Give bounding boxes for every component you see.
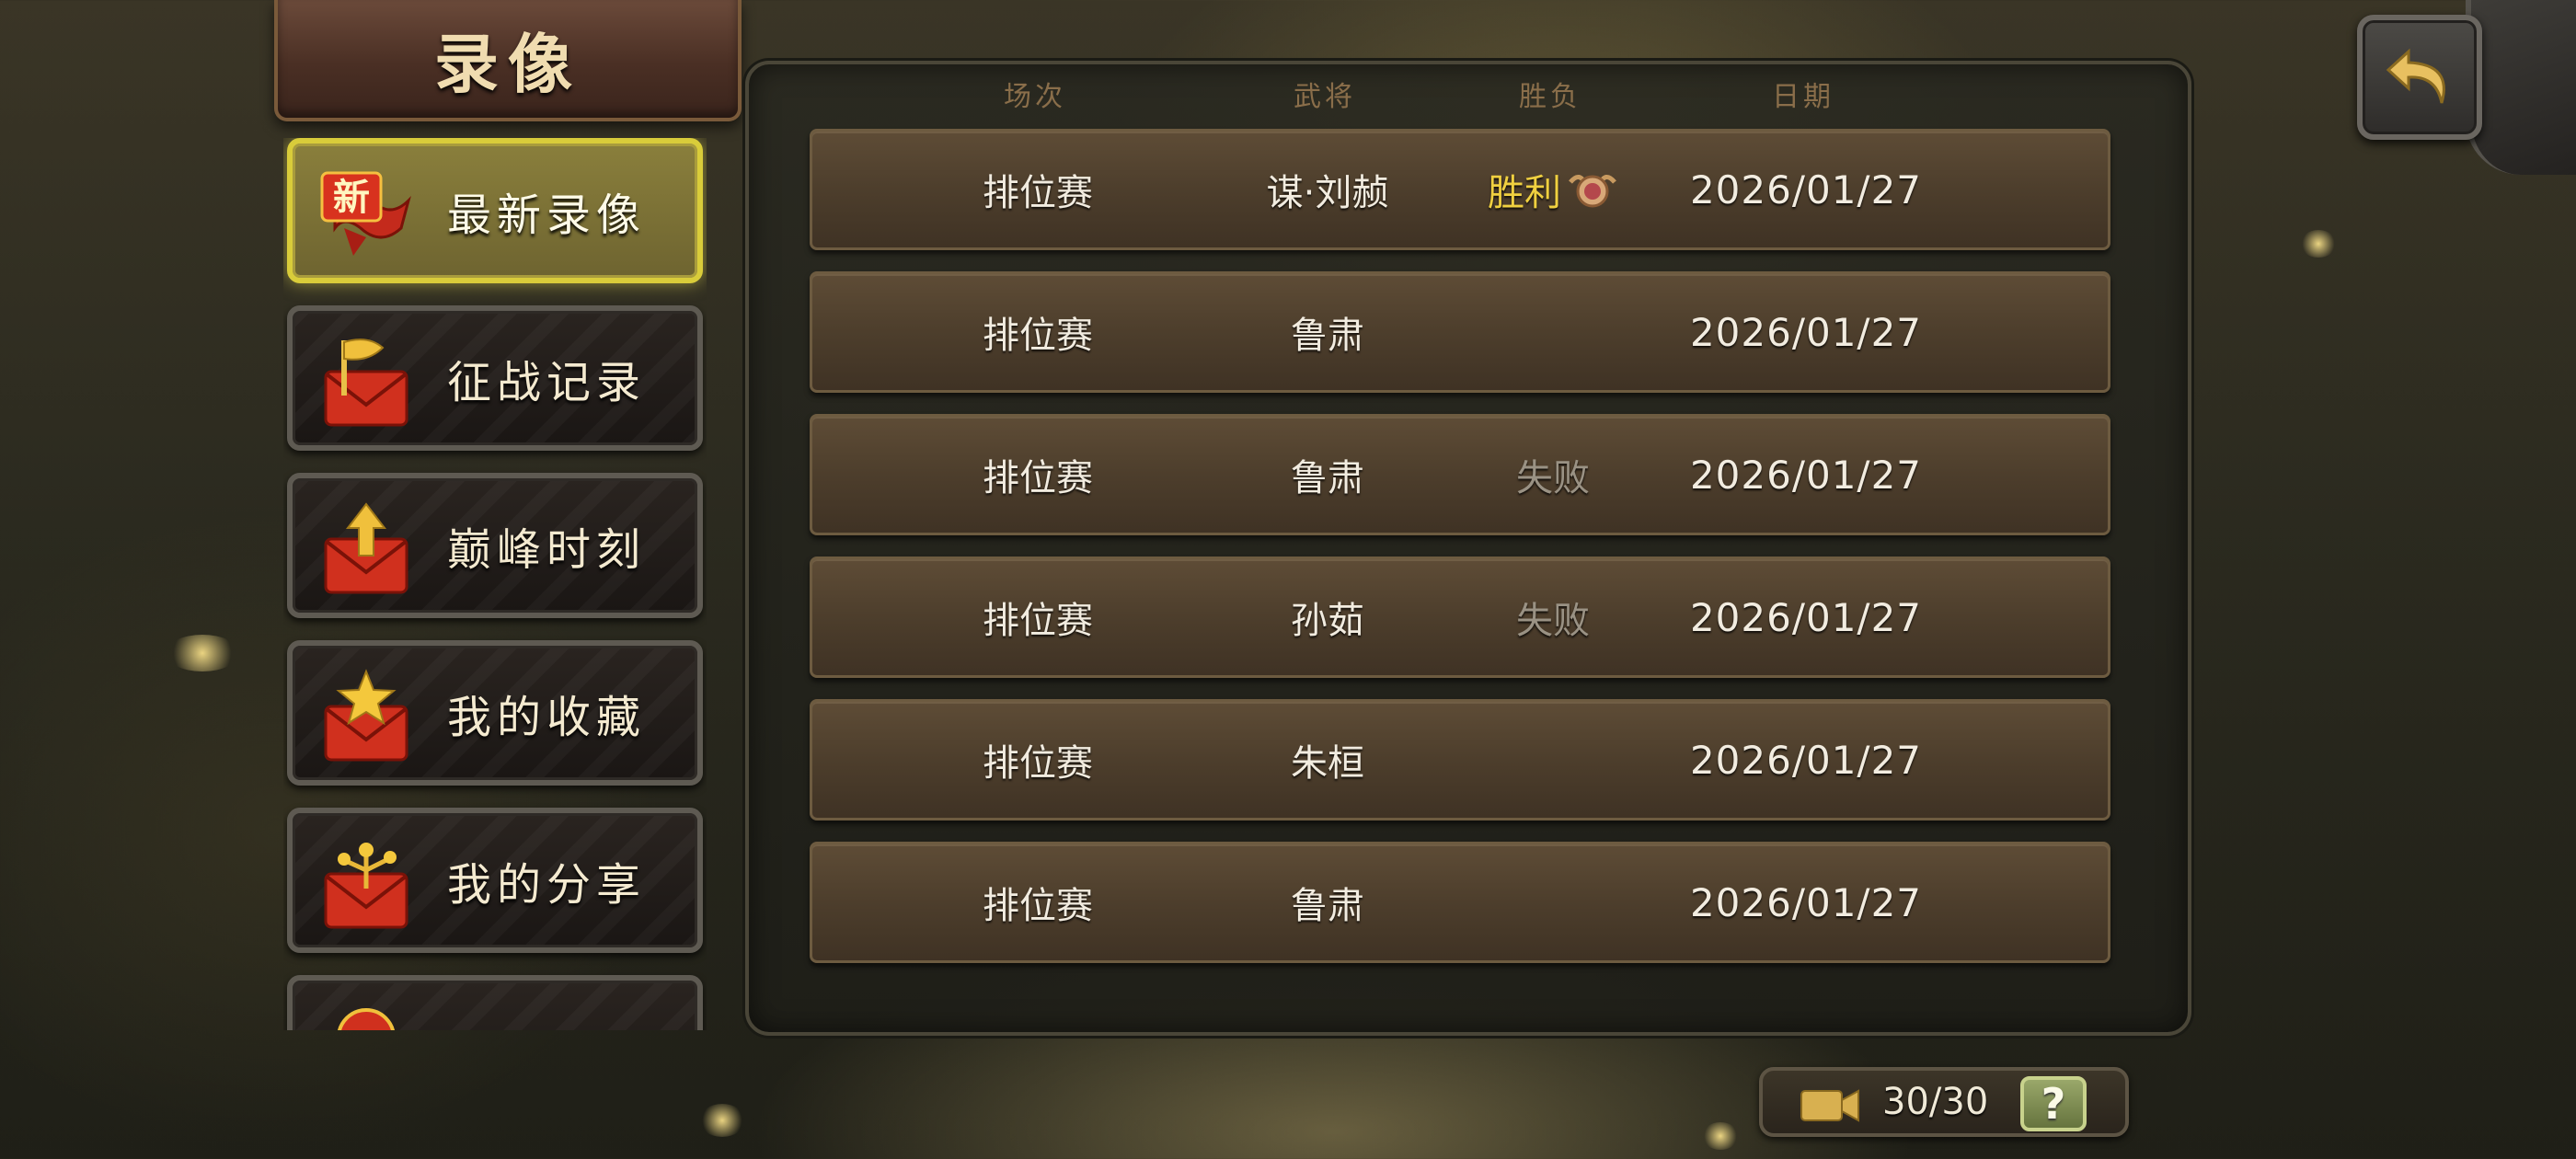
column-header-date: 日期 xyxy=(1772,81,1834,113)
result-text: 失败 xyxy=(1516,600,1590,642)
page-title: 录像 xyxy=(434,25,581,102)
sidebar-item-label: 我的分享 xyxy=(447,859,647,911)
svg-text:新: 新 xyxy=(333,176,370,219)
sidebar-item-more[interactable] xyxy=(287,975,703,1030)
general-name: 鲁肃 xyxy=(1291,885,1364,927)
match-type: 排位赛 xyxy=(983,885,1093,927)
match-type: 排位赛 xyxy=(983,315,1093,357)
column-header-result: 胜负 xyxy=(1519,81,1581,113)
date: 2026/01/27 xyxy=(1689,309,1923,355)
arrow-up-envelope-icon xyxy=(324,502,408,594)
light-spark xyxy=(166,635,239,671)
corner-ornament xyxy=(2466,0,2576,175)
sidebar-item-my-shares[interactable]: 我的分享 xyxy=(287,808,703,953)
flag-envelope-icon xyxy=(324,339,408,427)
partial-envelope-icon xyxy=(338,1008,395,1030)
sidebar: 新 最新录像 征战记录 巅峰时刻 我的收藏 我的分享 xyxy=(283,138,707,1030)
video-camera-icon xyxy=(1800,1089,1859,1122)
sidebar-item-campaign-records[interactable]: 征战记录 xyxy=(287,305,703,451)
sidebar-item-label: 征战记录 xyxy=(447,357,647,408)
match-type: 排位赛 xyxy=(983,742,1093,785)
sidebar-item-latest-replays[interactable]: 新 最新录像 xyxy=(287,138,703,283)
match-type: 排位赛 xyxy=(983,172,1093,214)
column-header-general: 武将 xyxy=(1294,81,1356,113)
date: 2026/01/27 xyxy=(1689,166,1923,212)
general-name: 朱桓 xyxy=(1291,742,1364,785)
general-name: 谋·刘赪 xyxy=(1266,172,1389,214)
replay-table-panel: 场次 武将 胜负 日期 排位赛 谋·刘赪 胜利 2026/01/27 排位赛 鲁… xyxy=(745,61,2191,1036)
result-text: 胜利 xyxy=(1488,172,1561,214)
result-text xyxy=(1466,274,1640,390)
table-row[interactable]: 排位赛 孙茹 失败 2026/01/27 xyxy=(810,557,2110,678)
back-button[interactable] xyxy=(2357,15,2482,140)
star-envelope-icon xyxy=(324,669,408,762)
result-text: 失败 xyxy=(1516,457,1590,499)
new-badge-icon: 新 xyxy=(320,171,411,256)
match-type: 排位赛 xyxy=(983,457,1093,499)
general-name: 孙茹 xyxy=(1291,600,1364,642)
replay-count: 30/30 xyxy=(1882,1081,1989,1123)
return-arrow-icon xyxy=(2386,48,2445,104)
light-spark xyxy=(1702,1122,1739,1150)
sidebar-item-label: 巅峰时刻 xyxy=(447,524,647,576)
share-envelope-icon xyxy=(324,843,408,929)
table-row[interactable]: 排位赛 鲁肃 2026/01/27 xyxy=(810,271,2110,393)
date: 2026/01/27 xyxy=(1689,879,1923,925)
page-title-plaque: 录像 xyxy=(274,0,742,121)
date: 2026/01/27 xyxy=(1689,737,1923,783)
sidebar-item-label: 最新录像 xyxy=(447,189,647,241)
table-row[interactable]: 排位赛 谋·刘赪 胜利 2026/01/27 xyxy=(810,129,2110,250)
sidebar-item-peak-moments[interactable]: 巅峰时刻 xyxy=(287,473,703,618)
result-text xyxy=(1466,844,1640,960)
date: 2026/01/27 xyxy=(1689,452,1923,498)
sidebar-item-my-favorites[interactable]: 我的收藏 xyxy=(287,640,703,786)
result-text xyxy=(1466,702,1640,818)
table-row[interactable]: 排位赛 鲁肃 2026/01/27 xyxy=(810,842,2110,963)
sidebar-item-label: 我的收藏 xyxy=(447,692,647,743)
light-spark xyxy=(699,1104,745,1137)
match-type: 排位赛 xyxy=(983,600,1093,642)
general-name: 鲁肃 xyxy=(1291,457,1364,499)
help-button[interactable]: ? xyxy=(2020,1076,2087,1131)
general-name: 鲁肃 xyxy=(1291,315,1364,357)
rank-medal-icon xyxy=(1569,175,1616,208)
date: 2026/01/27 xyxy=(1689,594,1923,640)
column-header-match: 场次 xyxy=(1004,81,1066,113)
result-cell: 胜利 xyxy=(1466,132,1640,247)
light-spark xyxy=(2300,230,2337,258)
table-row[interactable]: 排位赛 朱桓 2026/01/27 xyxy=(810,699,2110,820)
replay-count-bar: 30/30 ? xyxy=(1759,1067,2129,1137)
table-row[interactable]: 排位赛 鲁肃 失败 2026/01/27 xyxy=(810,414,2110,535)
